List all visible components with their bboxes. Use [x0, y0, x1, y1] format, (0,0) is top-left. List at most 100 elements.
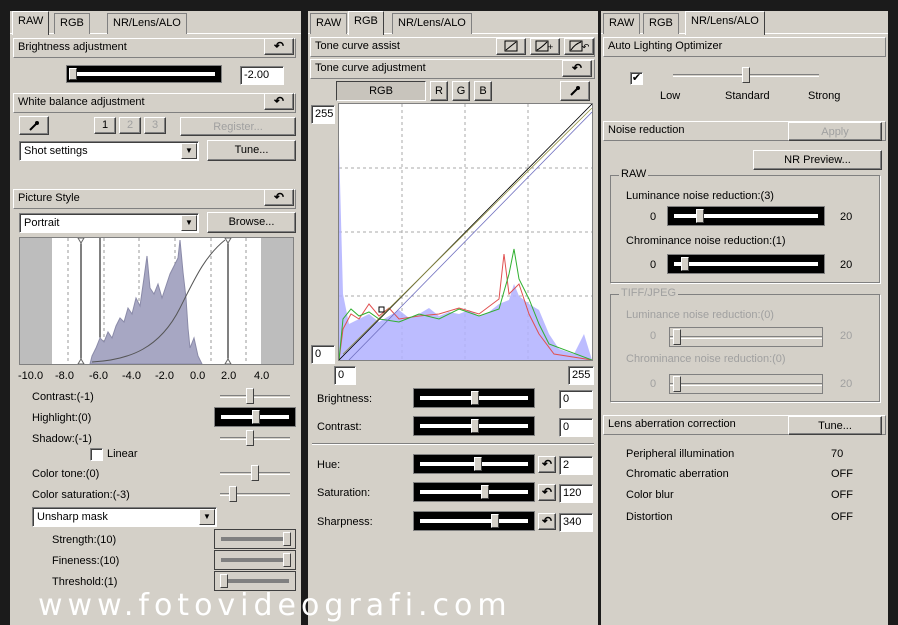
- tone-reset-curve-button[interactable]: ↶: [564, 38, 594, 55]
- tone-auto-button[interactable]: +: [530, 38, 560, 55]
- wb-preset-1-button[interactable]: 1: [94, 117, 116, 134]
- saturation-field[interactable]: 120: [559, 484, 593, 503]
- output-min-field[interactable]: 0: [334, 366, 356, 385]
- rgb-panel: RAW RGB NR/Lens/ALO Tone curve assist + …: [308, 11, 598, 625]
- brightness-reset-button[interactable]: ↶: [264, 38, 294, 55]
- output-max-field[interactable]: 255: [568, 366, 594, 385]
- rgb-contrast-field[interactable]: 0: [559, 418, 593, 437]
- slider-thumb[interactable]: [246, 388, 254, 404]
- rgb-brightness-label: Brightness:: [317, 393, 373, 405]
- slider-thumb[interactable]: [229, 486, 237, 502]
- input-min-field[interactable]: 0: [311, 345, 335, 364]
- wb-tune-button[interactable]: Tune...: [207, 140, 296, 161]
- hue-reset-button[interactable]: ↶: [538, 456, 556, 473]
- tab-rgb[interactable]: RGB: [54, 13, 90, 34]
- brightness-value-field[interactable]: -2.00: [240, 66, 284, 85]
- sharpness-slider[interactable]: [413, 511, 535, 531]
- curve-reset-icon: ↶: [569, 40, 590, 52]
- lens-title: Lens aberration correction: [608, 418, 736, 430]
- slider-thumb[interactable]: [471, 391, 479, 405]
- wb-preset-2-button[interactable]: 2: [119, 117, 141, 134]
- brightness-slider-thumb[interactable]: [69, 68, 77, 80]
- tab-nr-lens-alo[interactable]: NR/Lens/ALO: [392, 13, 472, 34]
- eyedropper-icon: [29, 121, 39, 131]
- nr-apply-button[interactable]: Apply: [788, 122, 882, 141]
- alo-level-slider[interactable]: [673, 66, 819, 84]
- saturation-reset-button[interactable]: ↶: [538, 484, 556, 501]
- nr-preview-button[interactable]: NR Preview...: [753, 150, 882, 170]
- tone-eyedropper-button[interactable]: [560, 81, 590, 101]
- rgb-brightness-slider[interactable]: [413, 388, 535, 408]
- input-max-field[interactable]: 255: [311, 105, 335, 124]
- tiff-lum-min: 0: [650, 330, 657, 342]
- hue-slider[interactable]: [413, 454, 535, 474]
- color-saturation-slider[interactable]: [220, 485, 290, 503]
- slider-thumb[interactable]: [673, 376, 681, 392]
- slider-thumb[interactable]: [474, 457, 482, 471]
- slider-thumb[interactable]: [491, 514, 499, 528]
- tab-raw[interactable]: RAW: [310, 13, 348, 34]
- lens-item-label: Color blur: [626, 489, 674, 501]
- slider-thumb[interactable]: [252, 410, 260, 424]
- color-tone-slider[interactable]: [220, 464, 290, 482]
- sharpness-mode-value: Unsharp mask: [37, 511, 108, 523]
- rgb-brightness-field[interactable]: 0: [559, 390, 593, 409]
- slider-thumb[interactable]: [696, 209, 704, 223]
- tab-raw[interactable]: RAW: [603, 13, 641, 34]
- sharpness-field[interactable]: 340: [559, 513, 593, 532]
- channel-rgb-button[interactable]: RGB: [336, 81, 426, 101]
- slider-thumb[interactable]: [283, 532, 291, 546]
- contrast-slider[interactable]: [220, 387, 290, 405]
- slider-thumb[interactable]: [673, 329, 681, 345]
- brightness-slider[interactable]: [66, 65, 222, 83]
- tiff-chrominance-slider[interactable]: [669, 374, 823, 394]
- strength-label: Strength:(10): [52, 534, 117, 546]
- tone-curve-graph[interactable]: [338, 103, 593, 361]
- rgb-contrast-slider[interactable]: [413, 416, 535, 436]
- slider-thumb[interactable]: [251, 465, 259, 481]
- wb-mode-select[interactable]: Shot settings ▼: [19, 141, 199, 161]
- lens-tune-button[interactable]: Tune...: [788, 416, 882, 435]
- alo-checkbox[interactable]: ✔: [630, 72, 643, 85]
- channel-g-button[interactable]: G: [452, 81, 470, 101]
- tone-linear-button[interactable]: [496, 38, 526, 55]
- tab-raw[interactable]: RAW: [12, 11, 50, 35]
- tone-adj-reset-button[interactable]: ↶: [562, 60, 592, 77]
- channel-b-button[interactable]: B: [474, 81, 492, 101]
- strength-slider[interactable]: [214, 529, 296, 549]
- picture-style-browse-button[interactable]: Browse...: [207, 212, 296, 233]
- channel-r-button[interactable]: R: [430, 81, 448, 101]
- tab-rgb[interactable]: RGB: [348, 11, 384, 35]
- slider-thumb[interactable]: [471, 419, 479, 433]
- tab-nr-lens-alo[interactable]: NR/Lens/ALO: [107, 13, 187, 34]
- raw-chrominance-slider[interactable]: [667, 254, 825, 274]
- axis-label: -2.0: [155, 370, 174, 382]
- raw-chr-max: 20: [840, 259, 853, 271]
- saturation-slider[interactable]: [413, 482, 535, 502]
- picture-style-select[interactable]: Portrait ▼: [19, 213, 199, 233]
- picture-style-reset-button[interactable]: ↶: [264, 189, 294, 206]
- tiff-luminance-slider[interactable]: [669, 327, 823, 347]
- shadow-slider[interactable]: [220, 429, 290, 447]
- raw-panel: RAW RGB NR/Lens/ALO Brightness adjustmen…: [10, 11, 301, 625]
- wb-reset-button[interactable]: ↶: [264, 93, 294, 110]
- slider-thumb[interactable]: [742, 67, 750, 83]
- raw-luminance-slider[interactable]: [667, 206, 825, 226]
- slider-thumb[interactable]: [681, 257, 689, 271]
- linear-checkbox[interactable]: [90, 448, 103, 461]
- wb-preset-3-button[interactable]: 3: [144, 117, 166, 134]
- slider-thumb[interactable]: [220, 574, 228, 588]
- slider-thumb[interactable]: [283, 553, 291, 567]
- tab-nr-lens-alo[interactable]: NR/Lens/ALO: [685, 11, 765, 35]
- highlight-slider[interactable]: [214, 407, 296, 427]
- sharpness-mode-select[interactable]: Unsharp mask ▼: [32, 507, 217, 527]
- wb-eyedropper-button[interactable]: [19, 116, 49, 135]
- hue-field[interactable]: 2: [559, 456, 593, 475]
- slider-thumb[interactable]: [246, 430, 254, 446]
- slider-thumb[interactable]: [481, 485, 489, 499]
- fineness-slider[interactable]: [214, 550, 296, 570]
- reset-icon: ↶: [273, 94, 285, 108]
- tab-rgb[interactable]: RGB: [643, 13, 679, 34]
- sharpness-reset-button[interactable]: ↶: [538, 513, 556, 530]
- wb-register-button[interactable]: Register...: [180, 117, 296, 136]
